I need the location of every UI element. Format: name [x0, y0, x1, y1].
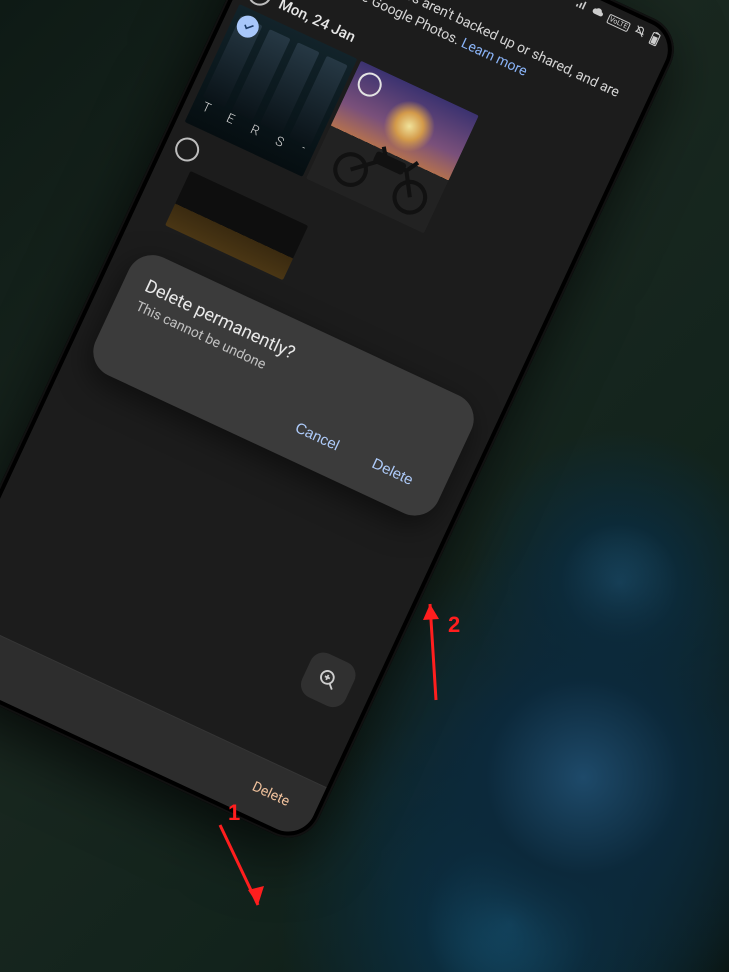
battery-icon: [646, 30, 662, 50]
search-fab[interactable]: [296, 648, 360, 712]
cancel-button[interactable]: Cancel: [286, 412, 348, 461]
mute-icon: [630, 23, 649, 43]
cloud-icon: [588, 3, 607, 23]
delete-button[interactable]: Delete: [250, 779, 293, 810]
signal-icon: [572, 0, 591, 16]
volte-badge: VoLTE: [606, 13, 631, 32]
wifi-icon: [556, 0, 575, 8]
magnify-plus-icon: [314, 665, 343, 694]
select-all-ring-2[interactable]: [171, 133, 203, 165]
delete-confirm-dialog: Delete permanently? This cannot be undon…: [85, 246, 483, 524]
select-ring[interactable]: [354, 68, 386, 100]
delete-confirm-button[interactable]: Delete: [363, 448, 422, 496]
